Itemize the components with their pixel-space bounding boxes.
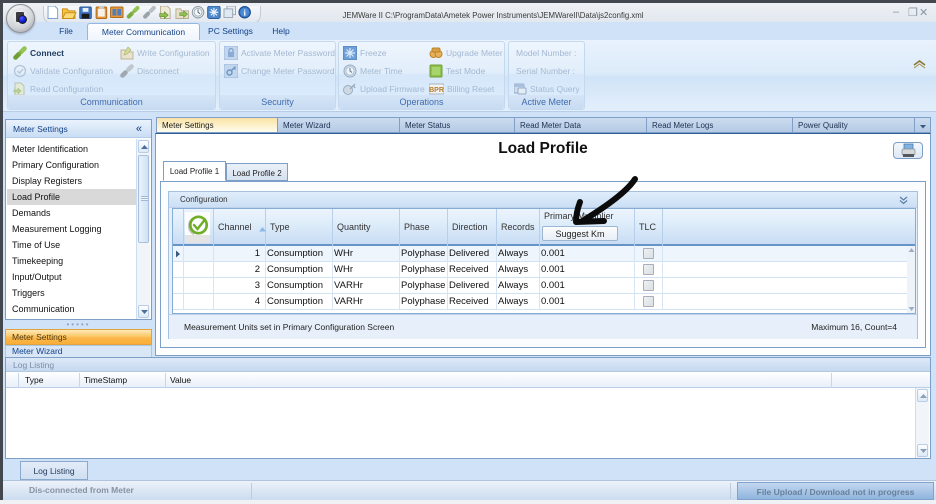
svg-text:BPR: BPR	[429, 87, 444, 94]
